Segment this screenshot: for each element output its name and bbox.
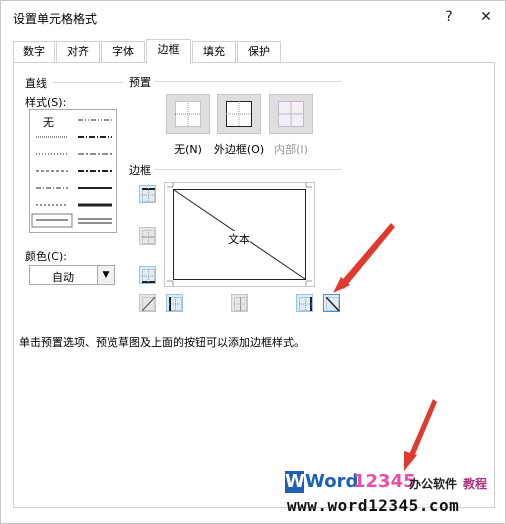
border-bottom-button[interactable] [139,266,156,284]
logo-url: www.word12345.com [287,496,460,515]
tab-protection[interactable]: 保护 [237,41,281,63]
tab-label: 数字 [23,45,45,58]
logo-tag: 教程 [463,477,488,491]
format-cells-dialog: 设置单元格格式 ? ✕ 数字 对齐 字体 边框 填充 保护 直线 样式(S): … [0,0,506,524]
preset-outline-icon [226,101,252,127]
preset-none-icon [175,101,201,127]
tab-label: 保护 [248,45,270,58]
border-right-button[interactable] [296,294,313,312]
tab-label: 对齐 [67,45,89,58]
logo-cn: 办公软件 [409,477,458,491]
tab-label: 填充 [203,45,225,58]
chevron-down-icon[interactable]: ▼ [97,266,114,284]
border-left-icon [169,297,182,311]
title-bar: 设置单元格格式 ? ✕ [1,1,505,33]
color-select[interactable]: 自动 ▼ [29,265,115,285]
border-diagonal-up-icon [142,297,155,311]
line-style-swatches [31,119,112,228]
line-group-label: 直线 [25,75,51,91]
border-bottom-icon [142,269,155,283]
presets-group-label: 预置 [129,74,155,90]
hint-text: 单击预置选项、预览草图及上面的按钮可以添加边框样式。 [19,336,305,349]
preset-inside-icon [278,101,304,127]
tab-alignment[interactable]: 对齐 [56,41,100,63]
border-top-button[interactable] [139,185,156,203]
tab-font[interactable]: 字体 [101,41,145,63]
border-diagonal-down-button[interactable] [323,294,340,312]
tab-label: 边框 [157,43,180,56]
color-select-value: 自动 [52,271,74,284]
preset-inside-button[interactable] [269,94,313,134]
logo-w-letter: W [285,471,305,493]
help-button[interactable]: ? [438,7,460,27]
preview-text: 文本 [228,231,250,247]
tab-border[interactable]: 边框 [146,39,191,64]
tab-fill[interactable]: 填充 [192,41,236,63]
tab-strip: 数字 对齐 字体 边框 填充 保护 [13,39,493,64]
border-top-icon [142,188,155,202]
line-style-list[interactable]: 无 [29,109,117,233]
tab-label: 字体 [112,45,134,58]
preset-outline-button[interactable] [217,94,261,134]
logo-word: Word [305,471,359,492]
border-preview[interactable]: 文本 [164,182,315,287]
border-inside-horizontal-button[interactable] [139,227,156,245]
presets-group-rule [151,81,341,82]
tab-number[interactable]: 数字 [13,41,55,63]
close-button[interactable]: ✕ [475,7,497,27]
logo-digits: 12345 [353,471,416,492]
border-diagonal-down-icon [326,297,339,311]
border-inside-horizontal-icon [142,230,155,244]
preset-none-button[interactable] [166,94,210,134]
style-label: 样式(S): [25,94,71,110]
preset-none-label: 无(N) [174,143,202,156]
border-left-button[interactable] [166,294,183,312]
line-group-rule [53,82,123,83]
color-label: 颜色(C): [25,248,71,264]
border-group-label: 边框 [129,162,155,178]
border-right-icon [299,297,312,311]
border-diagonal-up-button[interactable] [139,294,156,312]
dialog-title: 设置单元格格式 [13,12,98,26]
border-inside-vertical-icon [234,297,247,311]
preset-inside-label: 内部(I) [274,143,308,156]
border-group-rule [151,169,341,170]
preset-outline-label: 外边框(O) [213,143,265,156]
border-inside-vertical-button[interactable] [231,294,248,312]
watermark-logo: W Word 12345 办公软件 教程 www.word12345.com [283,471,493,517]
